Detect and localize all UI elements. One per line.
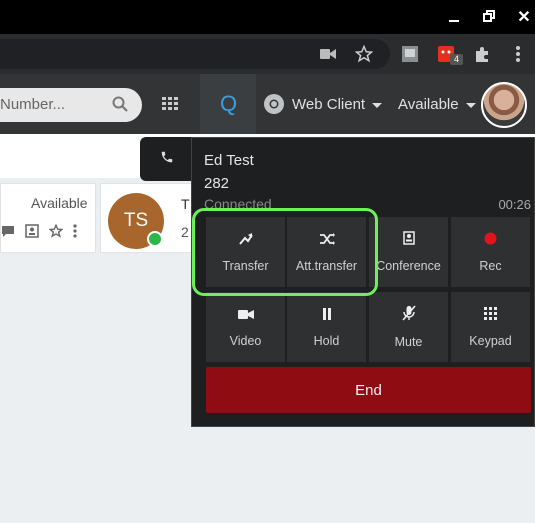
video-label: Video (229, 333, 262, 348)
conference-icon (402, 231, 415, 250)
more-options-icon[interactable] (73, 224, 77, 243)
maximize-button[interactable] (479, 6, 501, 28)
contact-extension: 2 (181, 224, 189, 240)
queue-tab[interactable]: Q (200, 74, 256, 134)
chrome-icon (263, 93, 285, 120)
contact-card-icon[interactable] (25, 224, 39, 243)
close-button[interactable]: ✕ (513, 6, 535, 28)
search-icon[interactable] (112, 96, 128, 117)
keypad-label: Keypad (469, 333, 512, 348)
record-icon (484, 232, 497, 250)
mute-label: Mute (394, 335, 423, 349)
extension-badge: 4 (450, 54, 463, 65)
chevron-down-icon (372, 103, 382, 108)
video-icon (237, 307, 254, 325)
caller-name: Ed Test (204, 152, 254, 169)
conference-label: Conference (376, 259, 441, 273)
mic-off-icon (401, 305, 416, 326)
phone-panel-toggle[interactable] (140, 137, 194, 181)
search-placeholder: Number... (0, 96, 66, 113)
hold-label: Hold (313, 333, 340, 348)
video-button[interactable]: Video (206, 292, 285, 362)
conference-button[interactable]: Conference (369, 217, 448, 287)
number-search-input[interactable]: Number... (0, 88, 142, 122)
minimize-button[interactable] (443, 6, 465, 28)
extension-screenshot-icon[interactable] (400, 44, 420, 64)
online-status-dot (147, 231, 163, 247)
phone-icon (160, 150, 174, 169)
contact-name: T (181, 196, 190, 212)
availability-dropdown[interactable]: Available (398, 96, 459, 113)
hold-button[interactable]: Hold (287, 292, 366, 362)
browser-menu-icon[interactable] (508, 44, 528, 64)
bookmark-star-icon[interactable] (354, 44, 374, 64)
web-client-dropdown[interactable]: Web Client (292, 96, 365, 113)
contact-status: Available (31, 195, 88, 211)
keypad-button[interactable]: Keypad (451, 292, 530, 362)
app-header: Number... Q Web Client Available (0, 74, 535, 134)
address-bar[interactable] (0, 39, 390, 69)
record-label: Rec (479, 258, 502, 273)
window-titlebar: ✕ (0, 0, 535, 34)
chat-icon[interactable] (1, 224, 15, 243)
transfer-highlight-box (192, 208, 378, 296)
record-button[interactable]: Rec (451, 217, 530, 287)
apps-grid-icon[interactable] (162, 97, 178, 116)
end-call-button[interactable]: End (206, 367, 531, 413)
user-avatar[interactable] (481, 82, 527, 128)
chevron-down-icon (466, 103, 476, 108)
caller-extension: 282 (204, 175, 230, 192)
mute-button[interactable]: Mute (369, 292, 448, 362)
extensions-puzzle-icon[interactable] (472, 44, 492, 64)
favorite-star-icon[interactable] (48, 223, 64, 243)
camera-icon[interactable] (318, 44, 338, 64)
call-timer: 00:26 (498, 197, 531, 212)
q-label: Q (220, 91, 238, 116)
contact-card[interactable]: TS T 2 (100, 183, 200, 253)
pause-icon (322, 307, 332, 325)
contact-card[interactable]: Available (0, 183, 96, 253)
keypad-icon (484, 306, 497, 325)
